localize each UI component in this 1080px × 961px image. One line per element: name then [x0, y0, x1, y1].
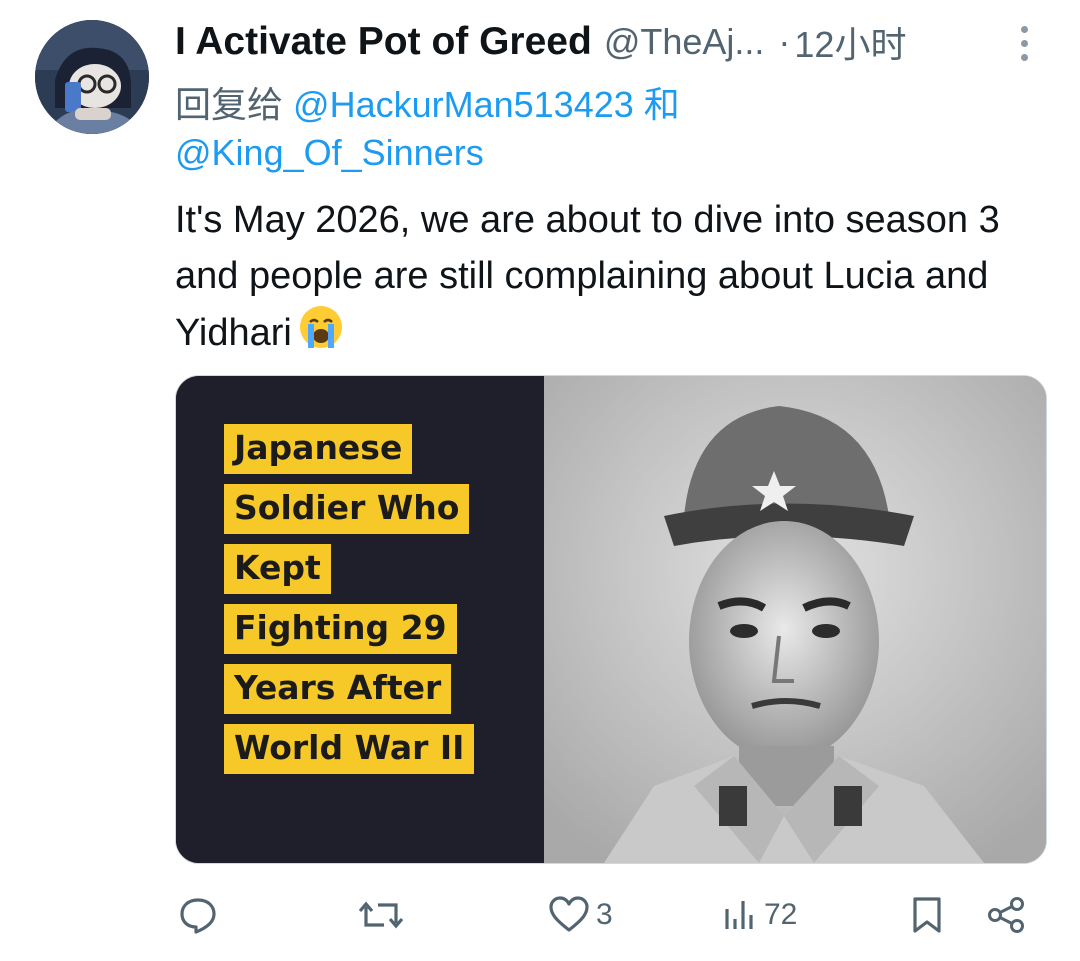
separator-dot: · — [778, 21, 791, 62]
heart-icon — [549, 896, 589, 932]
reply-context: 回复给 @HackurMan513423 和 — [175, 76, 680, 128]
reply-mention-2[interactable]: @King_Of_Sinners — [175, 132, 484, 174]
avatar-image — [35, 20, 149, 134]
avatar[interactable] — [35, 20, 149, 134]
bookmark-icon — [913, 897, 941, 933]
views-button[interactable]: 72 — [722, 880, 797, 950]
views-chart-icon — [725, 901, 753, 929]
reply-icon — [180, 898, 216, 934]
caption-line: Japanese — [224, 424, 413, 474]
like-button[interactable]: 3 — [548, 880, 613, 950]
caption-line: Kept — [224, 544, 331, 594]
crying-face-emoji-icon — [298, 304, 344, 366]
caption-line: Fighting 29 — [224, 604, 457, 654]
media-image[interactable]: Japanese Soldier Who Kept Fighting 29 Ye… — [175, 375, 1047, 864]
tweet-text-container: It's May 2026, we are about to dive into… — [175, 192, 1035, 366]
user-handle[interactable]: @TheAj... — [604, 21, 765, 63]
soldier-portrait-photo — [544, 376, 1046, 863]
retweet-button[interactable] — [358, 880, 410, 950]
reply-joiner: 和 — [643, 84, 680, 125]
more-options-icon[interactable] — [1004, 18, 1044, 68]
retweet-icon — [358, 901, 404, 929]
tweet-header: I Activate Pot of Greed @TheAj... · 12小时 — [175, 12, 985, 72]
caption-line: Years After — [224, 664, 452, 714]
reply-prefix: 回复给 — [175, 84, 284, 125]
share-button[interactable] — [986, 880, 1026, 950]
timestamp[interactable]: 12小时 — [794, 16, 906, 68]
action-bar: 3 72 — [0, 880, 1080, 950]
media-caption-panel: Japanese Soldier Who Kept Fighting 29 Ye… — [176, 376, 544, 863]
like-count: 3 — [596, 898, 613, 931]
bookmark-button[interactable] — [910, 880, 944, 950]
share-icon — [988, 897, 1024, 933]
caption-line: Soldier Who — [224, 484, 470, 534]
caption-line: World War II — [224, 724, 475, 774]
display-name[interactable]: I Activate Pot of Greed — [175, 20, 592, 64]
reply-button[interactable] — [178, 880, 224, 950]
reply-mention-1[interactable]: @HackurMan513423 — [293, 84, 634, 125]
views-count: 72 — [764, 898, 798, 931]
